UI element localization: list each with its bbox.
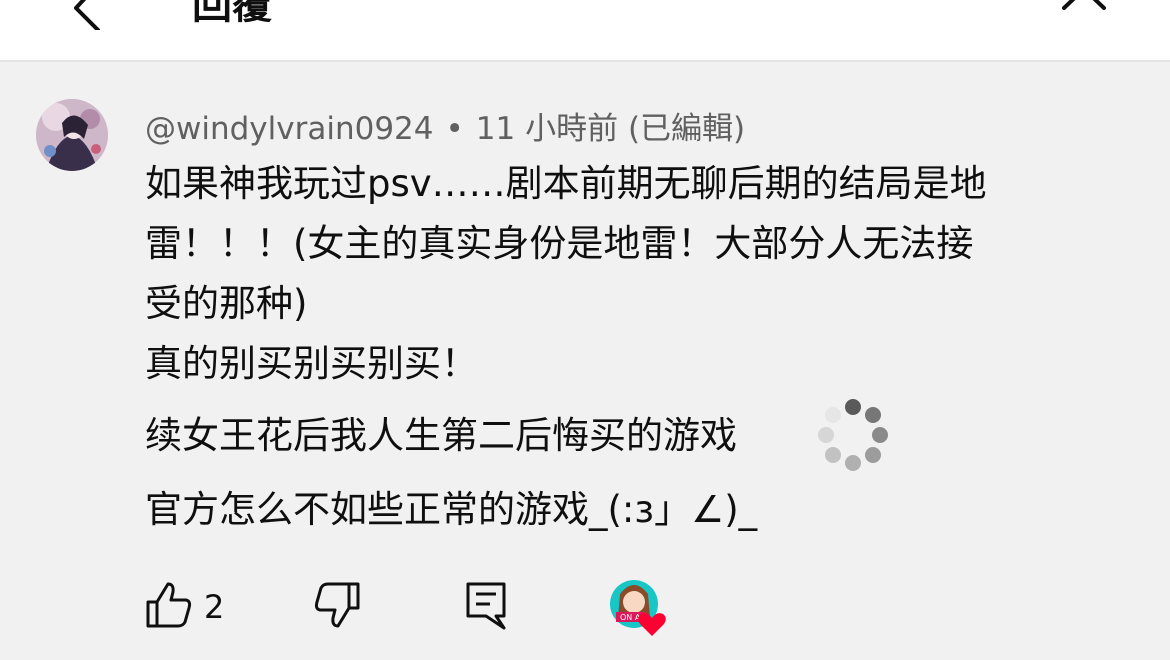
thumbs-down-icon xyxy=(314,582,360,628)
back-button[interactable] xyxy=(60,0,120,32)
avatar-image-icon xyxy=(36,99,108,171)
creator-avatar-heart-icon: ON AI xyxy=(610,580,666,636)
chevron-left-icon xyxy=(74,0,100,32)
reply-button[interactable] xyxy=(462,580,512,630)
like-count: 2 xyxy=(204,588,225,626)
page-title: 回覆 xyxy=(192,0,272,28)
comment-meta: @windylvrain0924 • 11 小時前 (已編輯) xyxy=(145,103,745,148)
thumbs-up-icon xyxy=(146,582,192,628)
comment-text-line: 雷！！！(女主的真实身份是地雷！大部分人无法接 xyxy=(145,222,974,265)
comment-text-line: 受的那种) xyxy=(145,282,308,325)
comment-actions: 2 ON AI xyxy=(0,570,1170,650)
comment-text-line: 如果神我玩过psv……剧本前期无聊后期的结局是地 xyxy=(145,162,987,205)
comment-text-line: 官方怎么不如些正常的游戏_(:з」∠)_ xyxy=(145,488,758,531)
comment-author[interactable]: @windylvrain0924 xyxy=(145,111,434,147)
top-bar: 回覆 xyxy=(0,0,1170,62)
avatar[interactable] xyxy=(36,99,108,171)
creator-heart[interactable]: ON AI xyxy=(606,578,672,640)
comment-time: 11 小時前 (已編輯) xyxy=(475,111,746,147)
loading-spinner-icon xyxy=(818,399,888,471)
dislike-button[interactable] xyxy=(312,580,362,630)
comment-text-line: 真的别买别买别买！ xyxy=(145,342,478,385)
comment-text-line: 续女王花后我人生第二后悔买的游戏 xyxy=(145,414,737,457)
reply-comment-icon xyxy=(466,582,506,630)
close-button[interactable] xyxy=(1058,0,1118,30)
like-button[interactable] xyxy=(144,580,194,630)
meta-separator: • xyxy=(445,111,464,147)
close-icon xyxy=(1062,0,1106,10)
